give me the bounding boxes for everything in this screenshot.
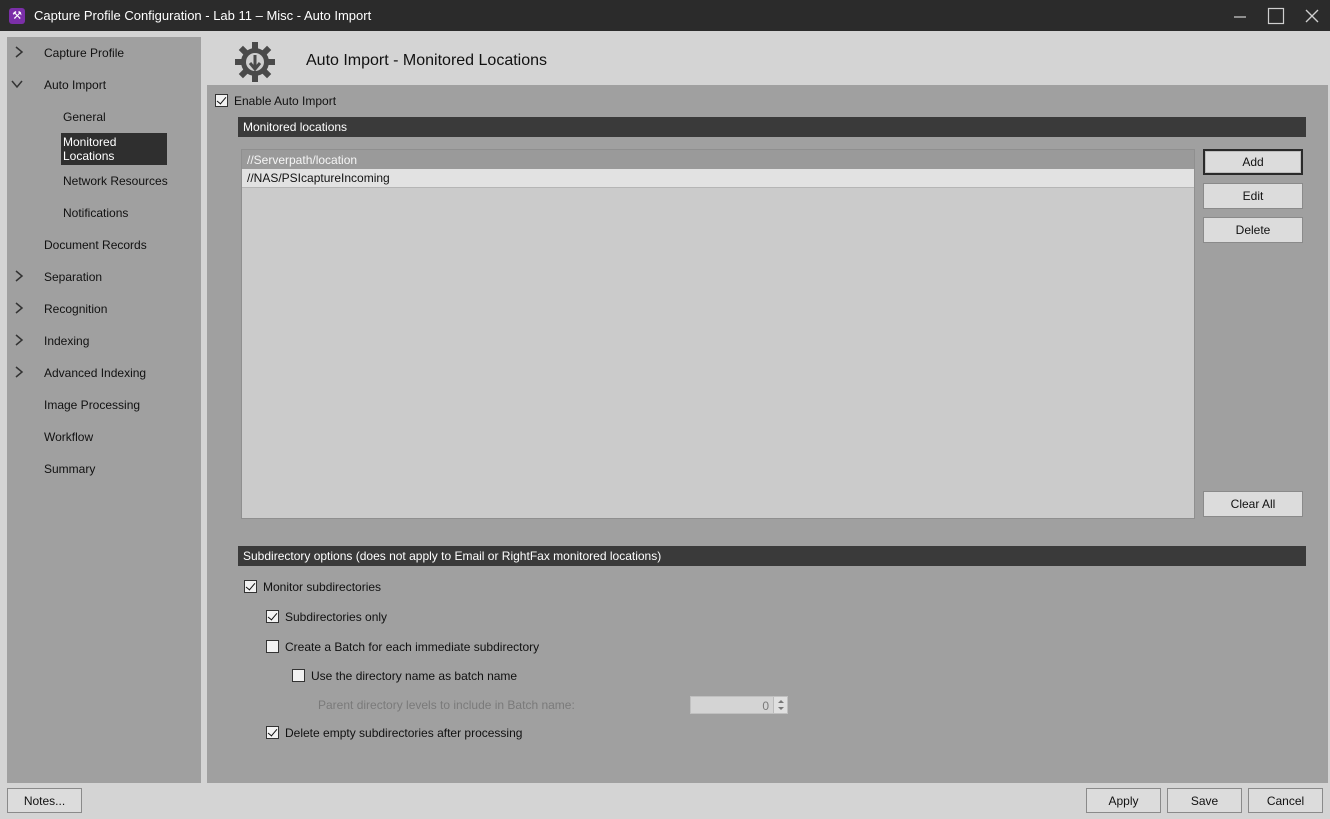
batch-per-subdirectory-checkbox[interactable] (266, 640, 279, 653)
sidebar-item-capture-profile[interactable]: Capture Profile (7, 41, 201, 65)
sidebar-item-network-resources[interactable]: Network Resources (61, 169, 170, 193)
sidebar-item-label: Capture Profile (44, 46, 125, 60)
sidebar-item-label: Monitored Locations (63, 135, 117, 163)
sidebar-item-label: Indexing (44, 334, 90, 348)
parent-levels-label: Parent directory levels to include in Ba… (318, 698, 575, 712)
sidebar-item-document-records[interactable]: Document Records (7, 233, 201, 257)
page-header: Auto Import - Monitored Locations (207, 37, 1328, 85)
sidebar-item-label: Separation (44, 270, 103, 284)
sidebar-item-label: Workflow (44, 430, 94, 444)
save-button[interactable]: Save (1167, 788, 1242, 813)
subdirectories-only-label[interactable]: Subdirectories only (285, 610, 387, 624)
minimize-icon[interactable] (1222, 0, 1258, 31)
parent-levels-value[interactable]: 0 (762, 699, 769, 713)
enable-auto-import-checkbox[interactable] (215, 94, 228, 107)
batch-per-subdirectory-label[interactable]: Create a Batch for each immediate subdir… (285, 640, 539, 654)
title-bar: ⚒ Capture Profile Configuration - Lab 11… (0, 0, 1330, 31)
sidebar-item-notifications[interactable]: Notifications (61, 201, 130, 225)
maximize-icon[interactable] (1258, 0, 1294, 31)
subdirectory-options-header: Subdirectory options (does not apply to … (238, 546, 1306, 566)
monitor-subdirectories-checkbox[interactable] (244, 580, 257, 593)
sidebar-item-indexing[interactable]: Indexing (7, 329, 201, 353)
page-title: Auto Import - Monitored Locations (306, 52, 548, 69)
sidebar-item-auto-import[interactable]: Auto Import (7, 73, 201, 97)
sidebar-item-general[interactable]: General (61, 105, 108, 129)
sidebar-item-label: Document Records (44, 238, 147, 252)
delete-button[interactable]: Delete (1203, 217, 1303, 243)
monitored-locations-header: Monitored locations (238, 117, 1306, 137)
sidebar-item-label: Summary (44, 462, 96, 476)
subdirectories-only-checkbox[interactable] (266, 610, 279, 623)
sidebar-item-label: Image Processing (44, 398, 141, 412)
sidebar-item-image-processing[interactable]: Image Processing (7, 393, 201, 417)
delete-empty-subdirectories-checkbox[interactable] (266, 726, 279, 739)
close-icon[interactable] (1294, 0, 1330, 31)
window-controls (1222, 0, 1330, 31)
chevron-right-icon[interactable] (13, 301, 25, 315)
chevron-down-icon[interactable] (11, 77, 23, 91)
sidebar-item-workflow[interactable]: Workflow (7, 425, 201, 449)
stepper-arrows-icon[interactable] (773, 697, 787, 713)
apply-button[interactable]: Apply (1086, 788, 1161, 813)
monitored-locations-list[interactable]: //Serverpath/location //NAS/PSIcaptureIn… (241, 149, 1195, 519)
delete-empty-subdirectories-label[interactable]: Delete empty subdirectories after proces… (285, 726, 522, 740)
gear-download-icon (235, 42, 275, 82)
enable-auto-import-label[interactable]: Enable Auto Import (234, 94, 336, 108)
sidebar-item-advanced-indexing[interactable]: Advanced Indexing (7, 361, 201, 385)
sidebar-item-label: General (63, 110, 106, 124)
window-title: Capture Profile Configuration - Lab 11 –… (34, 8, 372, 23)
sidebar-item-monitored-locations[interactable]: Monitored Locations (61, 133, 167, 165)
parent-levels-stepper[interactable]: 0 (690, 696, 788, 714)
sidebar-item-label: Notifications (63, 206, 129, 220)
app-logo-icon: ⚒ (9, 7, 25, 24)
sidebar-item-recognition[interactable]: Recognition (7, 297, 201, 321)
use-directory-name-label[interactable]: Use the directory name as batch name (311, 669, 517, 683)
use-directory-name-checkbox[interactable] (292, 669, 305, 682)
footer-bar: Notes... Apply Save Cancel (0, 783, 1330, 819)
sidebar-item-label: Auto Import (44, 78, 107, 92)
sidebar-item-label: Advanced Indexing (44, 366, 147, 380)
add-button[interactable]: Add (1203, 149, 1303, 175)
sidebar-item-summary[interactable]: Summary (7, 457, 201, 481)
chevron-right-icon[interactable] (13, 365, 25, 379)
chevron-right-icon[interactable] (13, 45, 25, 59)
settings-body: Enable Auto Import Monitored locations /… (207, 85, 1328, 783)
sidebar-item-separation[interactable]: Separation (7, 265, 201, 289)
cancel-button[interactable]: Cancel (1248, 788, 1323, 813)
clear-all-button[interactable]: Clear All (1203, 491, 1303, 517)
main-panel: Auto Import - Monitored Locations Enable… (207, 37, 1328, 783)
chevron-right-icon[interactable] (13, 333, 25, 347)
edit-button[interactable]: Edit (1203, 183, 1303, 209)
list-item[interactable]: //Serverpath/location (242, 150, 1194, 169)
notes-button[interactable]: Notes... (7, 788, 82, 813)
list-item[interactable]: //NAS/PSIcaptureIncoming (242, 169, 1194, 188)
sidebar-item-label: Network Resources (63, 174, 168, 188)
sidebar-item-label: Recognition (44, 302, 108, 316)
sidebar-nav: Capture Profile Auto Import General Moni… (7, 37, 201, 783)
chevron-right-icon[interactable] (13, 269, 25, 283)
monitor-subdirectories-label[interactable]: Monitor subdirectories (263, 580, 381, 594)
